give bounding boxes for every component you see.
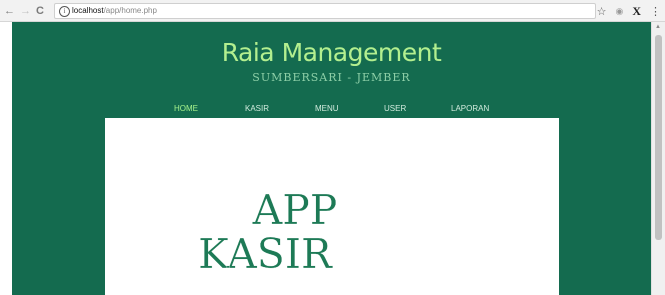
nav-item-laporan[interactable]: LAPORAN [451, 104, 489, 113]
nav-item-menu[interactable]: MENU [315, 104, 339, 113]
url-path: /app/home.php [103, 6, 157, 15]
address-bar[interactable]: i localhost/app/home.php [54, 3, 596, 19]
extension-x-icon[interactable]: X [632, 4, 641, 19]
site-subtitle: SUMBERSARI - JEMBER [252, 71, 411, 84]
nav-item-user[interactable]: USER [384, 104, 406, 113]
scroll-thumb[interactable] [655, 35, 662, 240]
browser-menu-icon[interactable]: ⋮ [650, 5, 661, 18]
content-panel: APP KASIR [105, 118, 559, 295]
url-host: localhost [72, 6, 104, 15]
url-text[interactable]: localhost/app/home.php [72, 5, 157, 17]
vertical-scrollbar[interactable]: ▲ [651, 22, 665, 295]
site-title: Raia Management [221, 38, 442, 67]
browser-toolbar: ← → C i localhost/app/home.php ☆ ◉ X ⋮ [0, 0, 665, 22]
info-icon[interactable]: i [59, 6, 70, 17]
extension-icon[interactable]: ◉ [615, 6, 623, 17]
scroll-up-arrow-icon[interactable]: ▲ [655, 24, 661, 30]
back-arrow-icon[interactable]: ← [4, 3, 15, 19]
reload-icon[interactable]: C [36, 3, 44, 19]
hero-title-line-2: KASIR [198, 230, 332, 278]
forward-arrow-icon[interactable]: → [20, 3, 31, 19]
bookmark-star-icon[interactable]: ☆ [597, 5, 607, 18]
hero-title-line-1: APP [252, 186, 338, 234]
browser-actions: ☆ ◉ X ⋮ [597, 3, 661, 19]
nav-item-home[interactable]: HOME [174, 104, 198, 113]
main-navigation: HOME KASIR MENU USER LAPORAN [12, 104, 651, 118]
nav-item-kasir[interactable]: KASIR [245, 104, 269, 113]
page-viewport: Raia Management SUMBERSARI - JEMBER HOME… [12, 22, 651, 295]
